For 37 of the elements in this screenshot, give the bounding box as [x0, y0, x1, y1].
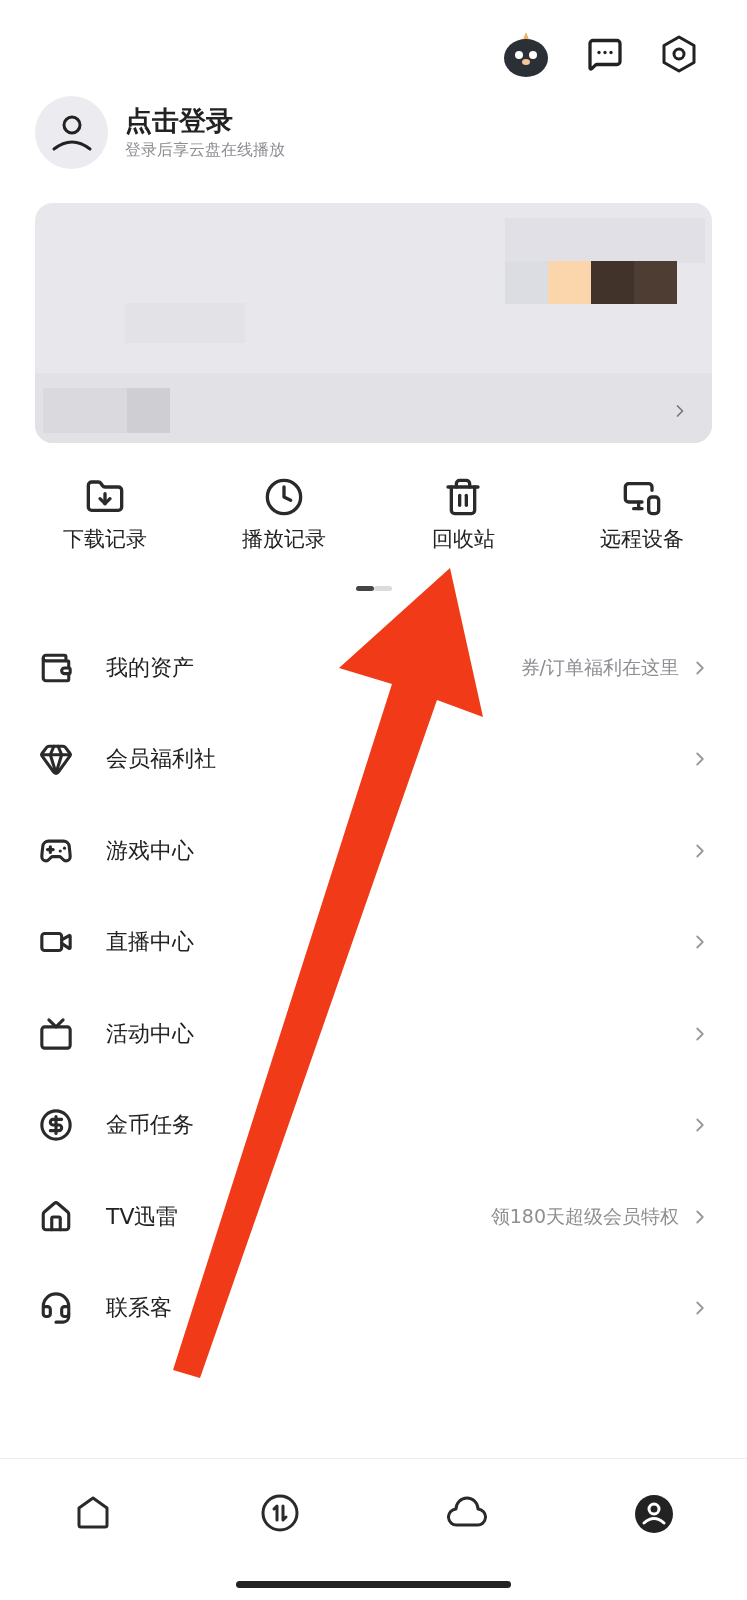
menu-label: 联系客 [106, 1297, 172, 1320]
menu-label: 活动中心 [106, 1022, 194, 1045]
menu-hint: 券/订单福利在这里 [520, 658, 679, 678]
coin-icon [39, 1108, 73, 1143]
shortcut-label[interactable]: 下载记录 [62, 529, 147, 550]
shortcut-label[interactable]: 播放记录 [241, 529, 326, 550]
login-subtitle: 登录后享云盘在线播放 [125, 142, 285, 158]
menu-row[interactable]: 直播中心 [0, 896, 747, 988]
message-icon[interactable] [587, 36, 623, 72]
shortcut-label[interactable]: 回收站 [431, 529, 495, 550]
menu-row[interactable]: 我的资产 券/订单福利在这里 [0, 622, 747, 714]
menu-hint: 领180天超级会员特权 [490, 1207, 679, 1227]
menu-row[interactable]: 会员福利社 [0, 713, 747, 805]
diamond-icon [39, 742, 73, 777]
tv-icon [39, 1016, 73, 1051]
menu-row[interactable]: 活动中心 [0, 988, 747, 1080]
headset-icon [39, 1291, 73, 1326]
home-icon[interactable] [75, 1494, 112, 1530]
menu-row[interactable]: 金币任务 [0, 1079, 747, 1171]
menu-label: 直播中心 [106, 931, 194, 954]
house-icon [39, 1199, 73, 1234]
shortcut-label[interactable]: 远程设备 [600, 529, 685, 550]
clock-icon[interactable] [263, 477, 304, 517]
menu-row[interactable]: 联系客 [0, 1262, 747, 1354]
cloud-icon[interactable] [446, 1494, 487, 1528]
login-title[interactable]: 点击登录 [125, 107, 285, 134]
profile-icon[interactable] [633, 1494, 674, 1534]
menu-label: 我的资产 [106, 656, 194, 679]
menu-label: 会员福利社 [106, 748, 216, 771]
menu-label: 金币任务 [106, 1114, 194, 1137]
menu-row[interactable]: TV迅雷 领180天超级会员特权 [0, 1171, 747, 1263]
menu-label: 游戏中心 [106, 839, 194, 862]
transfer-icon[interactable] [261, 1494, 300, 1532]
mascot-icon[interactable] [503, 30, 549, 78]
settings-icon[interactable] [661, 35, 697, 73]
menu-label: TV迅雷 [106, 1205, 179, 1228]
menu-row[interactable]: 游戏中心 [0, 805, 747, 897]
